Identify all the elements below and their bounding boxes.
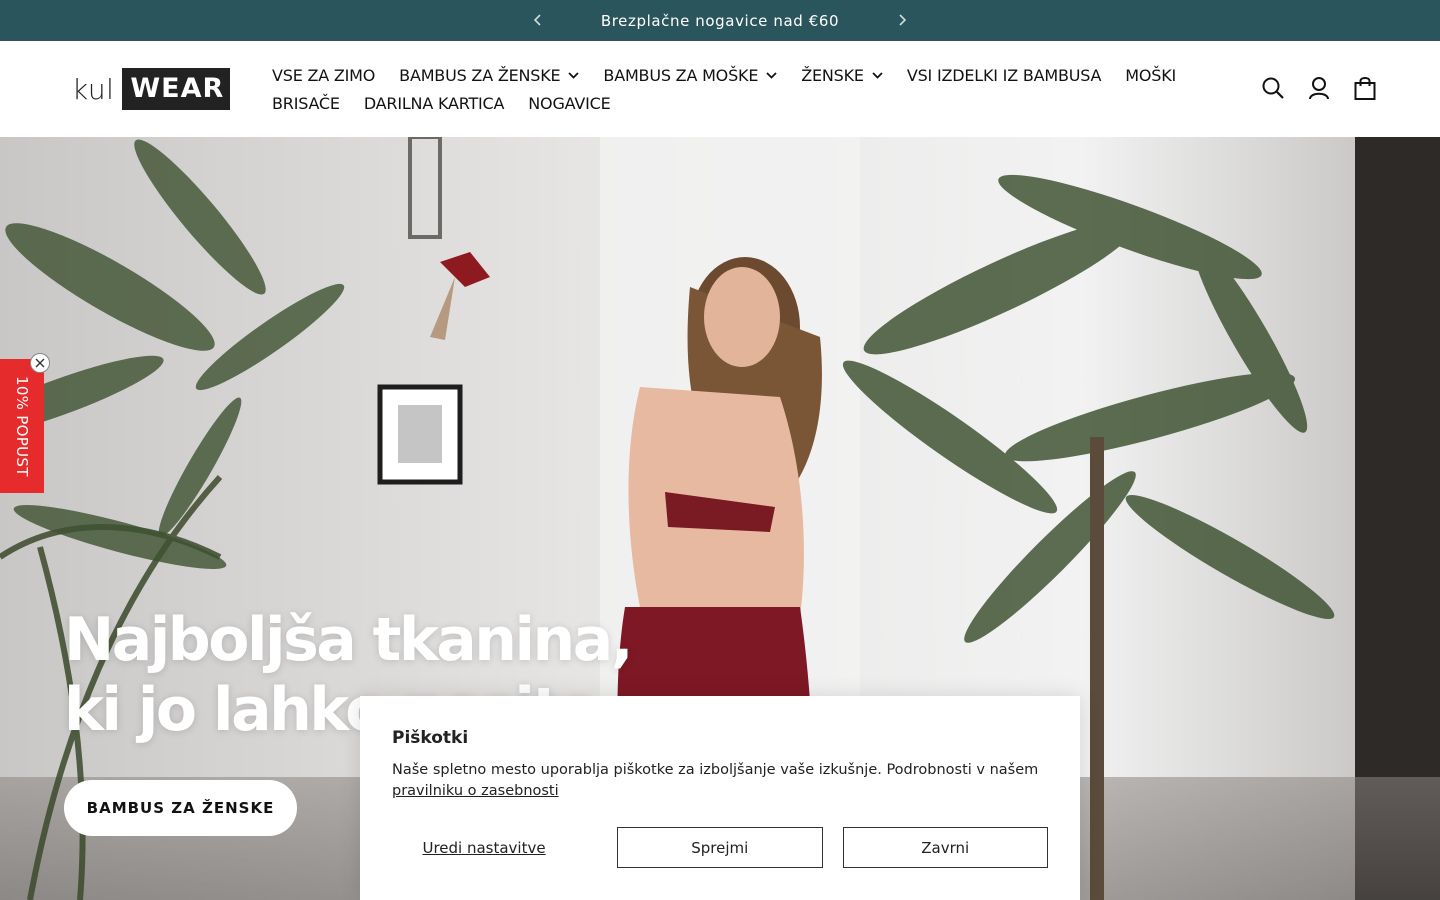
nav-item-vsi-izdelki[interactable]: VSI IZDELKI IZ BAMBUSA (906, 65, 1102, 85)
cookie-accept-button[interactable]: Sprejmi (617, 827, 823, 868)
hero-title-line1: Najboljša tkanina, (64, 605, 634, 675)
nav-item-label: ŽENSKE (801, 65, 864, 85)
header-actions (1260, 75, 1378, 101)
nav-item-darilna-kartica[interactable]: DARILNA KARTICA (363, 93, 505, 113)
nav-item-label: BAMBUS ZA ŽENSKE (399, 65, 561, 85)
nav-row-2: BRISAČE DARILNA KARTICA NOGAVICE (272, 89, 1232, 117)
logo-text-wear: WEAR (122, 68, 231, 110)
nav-item-label: DARILNA KARTICA (363, 93, 505, 113)
chevron-down-icon (568, 71, 580, 79)
chevron-down-icon (872, 71, 883, 79)
site-header: kul WEAR VSE ZA ZIMO BAMBUS ZA ŽENSKE BA… (0, 41, 1440, 137)
nav-item-brisace[interactable]: BRISAČE (272, 94, 340, 113)
logo-text-kul: kul (72, 72, 115, 106)
logo[interactable]: kul WEAR (72, 68, 231, 110)
cookie-text: Naše spletno mesto uporablja piškotke za… (392, 760, 1048, 802)
cookie-banner: Piškotki Naše spletno mesto uporablja pi… (360, 696, 1080, 900)
announcement-bar: Brezplačne nogavice nad €60 (0, 0, 1440, 41)
main-nav: VSE ZA ZIMO BAMBUS ZA ŽENSKE BAMBUS ZA M… (272, 61, 1232, 117)
discount-tab-label: 10% POPUST (13, 375, 31, 477)
announcement-prev-button[interactable] (530, 12, 546, 28)
account-icon (1309, 77, 1329, 100)
privacy-policy-link[interactable]: pravilniku o zasebnosti (392, 783, 559, 799)
nav-row-1: VSE ZA ZIMO BAMBUS ZA ŽENSKE BAMBUS ZA M… (272, 61, 1232, 89)
nav-item-label: BRISAČE (272, 93, 340, 113)
chevron-right-icon (899, 14, 907, 26)
cookie-decline-button[interactable]: Zavrni (842, 827, 1048, 868)
nav-item-label: MOŠKI (1125, 65, 1177, 85)
nav-item-zenske[interactable]: ŽENSKE (801, 66, 883, 85)
cart-button[interactable] (1352, 75, 1378, 101)
close-icon (35, 358, 45, 368)
hero-cta-button[interactable]: BAMBUS ZA ŽENSKE (64, 780, 297, 836)
chevron-down-icon (766, 71, 777, 79)
search-button[interactable] (1260, 75, 1286, 101)
nav-item-nogavice[interactable]: NOGAVICE (528, 94, 610, 113)
chevron-left-icon (533, 14, 541, 26)
announcement-message: Brezplačne nogavice nad €60 (600, 11, 840, 30)
account-button[interactable] (1306, 75, 1332, 101)
discount-tab[interactable]: 10% POPUST (0, 359, 44, 493)
nav-item-vse-za-zimo[interactable]: VSE ZA ZIMO (272, 66, 375, 85)
announcement-next-button[interactable] (894, 12, 910, 28)
cookie-description: Naše spletno mesto uporablja piškotke za… (392, 762, 1039, 778)
nav-item-bambus-za-zenske[interactable]: BAMBUS ZA ŽENSKE (399, 65, 580, 85)
nav-item-label: VSI IZDELKI IZ BAMBUSA (906, 65, 1102, 85)
cookie-settings-button[interactable]: Uredi nastavitve (392, 827, 576, 868)
cookie-title: Piškotki (392, 728, 469, 748)
nav-item-bambus-za-moske[interactable]: BAMBUS ZA MOŠKE (603, 66, 777, 85)
nav-item-label: VSE ZA ZIMO (272, 65, 376, 85)
search-icon (1262, 77, 1284, 99)
nav-item-label: BAMBUS ZA MOŠKE (603, 65, 759, 85)
discount-close-button[interactable] (30, 353, 50, 373)
nav-item-moski[interactable]: MOŠKI (1125, 66, 1176, 85)
cart-icon (1354, 77, 1376, 100)
cookie-actions: Uredi nastavitve Sprejmi Zavrni (392, 827, 1048, 868)
nav-item-label: NOGAVICE (528, 93, 611, 113)
